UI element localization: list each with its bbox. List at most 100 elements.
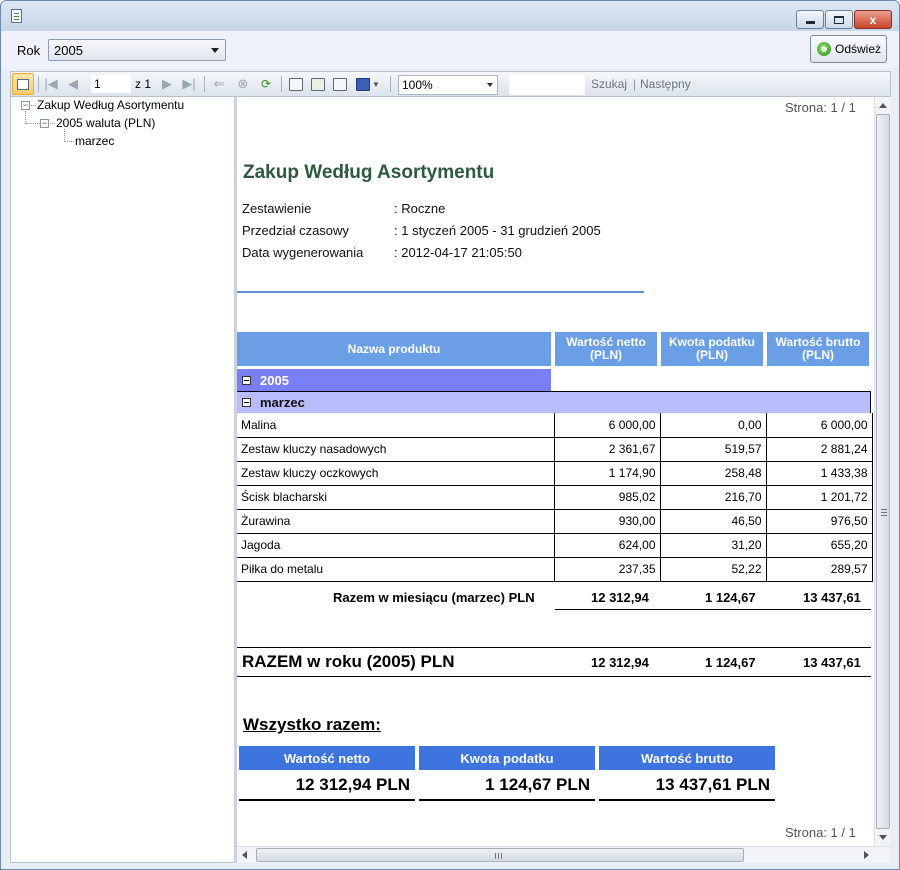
stop-button[interactable]: ⊗	[235, 75, 251, 93]
cell-net: 985,02	[553, 484, 661, 510]
scroll-right-icon[interactable]	[864, 851, 869, 859]
minimize-icon	[805, 20, 815, 24]
next-page-icon: ▶	[162, 76, 172, 91]
cell-product: Malina	[237, 413, 555, 438]
page-number-input[interactable]: 1	[91, 75, 131, 93]
collapse-icon[interactable]	[242, 375, 251, 385]
scroll-left-icon[interactable]	[242, 851, 247, 859]
cell-tax: 46,50	[659, 508, 767, 534]
print-layout-button[interactable]	[309, 75, 327, 93]
vertical-scroll-thumb[interactable]	[876, 114, 890, 829]
year-total-label: RAZEM w roku (2005) PLN	[242, 652, 455, 671]
chevron-down-icon	[487, 83, 493, 87]
chevron-down-icon: ▼	[372, 79, 380, 89]
table-row: Zestaw kluczy oczkowych 1 174,90 258,48 1 4…	[237, 460, 873, 486]
cell-product: Ścisk blacharski	[237, 484, 555, 510]
cell-tax: 519,57	[659, 436, 767, 462]
back-button[interactable]: ⇐	[211, 75, 227, 93]
scroll-up-icon[interactable]	[879, 103, 887, 108]
next-page-button[interactable]: ▶	[160, 75, 174, 93]
tree-node-month[interactable]: marzec	[75, 134, 114, 148]
rok-select[interactable]: 2005	[48, 39, 226, 61]
refresh-report-button[interactable]: ⟳	[258, 75, 274, 93]
month-total-net: 12 312,94	[591, 590, 649, 605]
cell-product: Zestaw kluczy nasadowych	[237, 436, 555, 462]
month-total-gross: 13 437,61	[803, 590, 861, 605]
tree-node-year[interactable]: 2005 waluta (PLN)	[56, 116, 155, 130]
scroll-down-icon[interactable]	[879, 835, 887, 840]
page-setup-button[interactable]	[331, 75, 349, 93]
zoom-select[interactable]: 100%	[398, 75, 498, 95]
vertical-scrollbar[interactable]	[874, 97, 891, 846]
year-total-top-rule	[237, 647, 871, 648]
group-year: 2005	[237, 369, 551, 391]
meta-value: : Roczne	[394, 201, 446, 216]
table-row: Zestaw kluczy nasadowych 2 361,67 519,57 2 …	[237, 436, 873, 462]
horizontal-scroll-thumb[interactable]	[256, 848, 744, 862]
product-table: Malina 6 000,00 0,00 6 000,00 Zestaw kluczy…	[237, 413, 873, 582]
cell-gross: 289,57	[765, 556, 873, 582]
export-button[interactable]: ▼	[354, 75, 382, 93]
page-setup-icon	[333, 77, 347, 91]
search-button[interactable]: Szukaj	[591, 75, 627, 93]
cell-tax: 52,22	[659, 556, 767, 582]
search-input[interactable]	[509, 75, 585, 95]
horizontal-scrollbar[interactable]	[237, 846, 891, 863]
refresh-icon: ⟳	[260, 77, 272, 91]
meta-key: Zestawienie	[242, 201, 312, 216]
column-header-tax: Kwota podatku (PLN)	[661, 332, 763, 366]
group-month: marzec	[237, 391, 871, 413]
minimize-button[interactable]	[796, 10, 824, 29]
maximize-icon	[834, 15, 844, 24]
print-icon	[289, 77, 303, 91]
tree-node-root[interactable]: Zakup Według Asortymentu	[37, 98, 184, 112]
year-total-bottom-rule	[237, 676, 871, 677]
report-toolbar: |◀ ◀ 1 z 1 ▶ ▶| ⇐ ⊗ ⟳ ▼ 100% Szukaj | Na…	[10, 71, 891, 97]
year-total-gross: 13 437,61	[803, 655, 861, 670]
cell-gross: 2 881,24	[765, 436, 873, 462]
last-page-icon: ▶|	[182, 76, 196, 91]
summary-title: Wszystko razem:	[243, 715, 381, 734]
meta-key: Przedział czasowy	[242, 223, 349, 238]
tree-connector	[65, 141, 74, 142]
column-header-name: Nazwa produktu	[237, 332, 551, 366]
first-page-button[interactable]: |◀	[44, 75, 58, 93]
toolbar-separator	[390, 76, 391, 92]
summary-value-tax: 1 124,67 PLN	[485, 775, 590, 794]
toolbar-separator	[38, 76, 39, 92]
print-button[interactable]	[287, 75, 305, 93]
meta-value: : 2012-04-17 21:05:50	[394, 245, 522, 260]
tree-collapse-icon[interactable]: −	[21, 101, 30, 110]
last-page-button[interactable]: ▶|	[182, 75, 196, 93]
month-total-tax: 1 124,67	[705, 590, 756, 605]
table-row: Malina 6 000,00 0,00 6 000,00	[237, 413, 873, 438]
cell-tax: 216,70	[659, 484, 767, 510]
zoom-value: 100%	[402, 78, 433, 92]
find-next-button[interactable]: Następny	[640, 75, 691, 93]
back-icon: ⇐	[213, 76, 225, 91]
maximize-button[interactable]	[825, 10, 853, 29]
cell-net: 6 000,00	[553, 413, 661, 438]
meta-key: Data wygenerowania	[242, 245, 364, 260]
cell-net: 624,00	[553, 532, 661, 558]
refresh-button[interactable]: Odśwież	[810, 35, 887, 63]
year-total-tax: 1 124,67	[705, 655, 756, 670]
page-count-label: z 1	[135, 77, 152, 91]
cell-net: 1 174,90	[553, 460, 661, 486]
search-separator: |	[633, 77, 637, 91]
tree-connector	[31, 105, 36, 106]
cell-net: 930,00	[553, 508, 661, 534]
month-total-rule	[555, 609, 871, 610]
table-row: Piłka do metalu 237,35 52,22 289,57	[237, 556, 873, 582]
chevron-down-icon	[211, 48, 219, 53]
close-button[interactable]: x	[854, 10, 892, 29]
report-window: x Rok 2005 Odśwież |◀ ◀ 1 z 1 ▶ ▶| ⇐ ⊗ ⟳…	[0, 0, 900, 870]
prev-page-button[interactable]: ◀	[66, 75, 80, 93]
tree-toggle-button[interactable]	[12, 73, 34, 95]
summary-rule	[239, 799, 415, 801]
cell-product: Piłka do metalu	[237, 556, 555, 582]
collapse-icon[interactable]	[242, 398, 251, 407]
grip-icon	[881, 509, 887, 516]
rok-label: Rok	[17, 43, 41, 58]
tree-collapse-icon[interactable]: −	[40, 119, 49, 128]
